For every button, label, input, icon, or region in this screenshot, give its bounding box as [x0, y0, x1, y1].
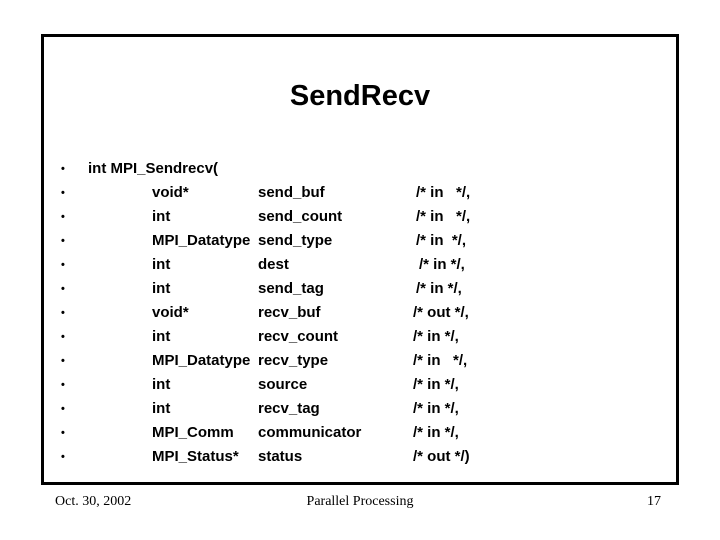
param-direction-comment: /* in */,	[416, 208, 471, 225]
bullet-icon: •	[61, 451, 65, 463]
param-direction-comment: /* in */,	[413, 424, 459, 441]
param-type: MPI_Comm	[152, 424, 234, 441]
list-item: • MPI_Datatype recv_type /* in */,	[41, 349, 679, 373]
list-item: • MPI_Comm communicator /* in */,	[41, 421, 679, 445]
bullet-icon: •	[61, 283, 65, 295]
param-direction-comment: /* in */,	[413, 328, 459, 345]
param-name: send_tag	[258, 280, 324, 297]
bullet-icon: •	[61, 403, 65, 415]
bullet-icon: •	[61, 379, 65, 391]
slide: SendRecv • int MPI_Sendrecv( • void* send_bu…	[0, 0, 720, 540]
param-direction-comment: /* in */,	[413, 400, 459, 417]
param-name: recv_count	[258, 328, 339, 345]
bullet-icon: •	[61, 307, 65, 319]
param-name: recv_buf	[258, 304, 321, 321]
bullet-icon: •	[61, 211, 65, 223]
param-direction-comment: /* out */)	[413, 448, 470, 465]
footer-subject: Parallel Processing	[306, 494, 414, 509]
param-name: status	[258, 448, 303, 465]
param-direction-comment: /* in */,	[416, 280, 462, 297]
bullet-icon: •	[61, 331, 65, 343]
function-signature-head: int MPI_Sendrecv(	[88, 160, 219, 177]
slide-footer: Oct. 30, 2002 Parallel Processing 17	[41, 494, 679, 514]
bullet-icon: •	[61, 235, 65, 247]
bullet-icon: •	[61, 187, 65, 199]
list-item: • int source /* in */,	[41, 373, 679, 397]
page-title: SendRecv	[289, 80, 431, 112]
param-direction-comment: /* in */,	[416, 184, 471, 201]
param-name: send_count	[258, 208, 343, 225]
param-type: void*	[152, 184, 189, 201]
param-direction-comment: /* in */,	[413, 352, 468, 369]
param-type: int	[152, 280, 171, 297]
param-type: MPI_Status*	[152, 448, 239, 465]
bullet-icon: •	[61, 355, 65, 367]
footer-page-number: 17	[647, 494, 661, 509]
param-name: send_type	[258, 232, 333, 249]
code-signature-list: • int MPI_Sendrecv( • void* send_buf /* in */…	[41, 157, 679, 469]
list-item: • void* recv_buf /* out */,	[41, 301, 679, 325]
param-type: int	[152, 328, 171, 345]
param-type: int	[152, 256, 171, 273]
list-item: • int dest /* in */,	[41, 253, 679, 277]
list-item: • int send_count /* in */,	[41, 205, 679, 229]
param-direction-comment: /* in */,	[419, 256, 465, 273]
bullet-icon: •	[61, 163, 65, 175]
param-type: MPI_Datatype	[152, 352, 251, 369]
list-item: • int send_tag /* in */,	[41, 277, 679, 301]
param-type: int	[152, 208, 171, 225]
list-item: • void* send_buf /* in */,	[41, 181, 679, 205]
param-type: void*	[152, 304, 189, 321]
list-item: • MPI_Datatype send_type /* in */,	[41, 229, 679, 253]
list-item: • int recv_count /* in */,	[41, 325, 679, 349]
param-name: communicator	[258, 424, 362, 441]
list-item: • MPI_Status* status /* out */)	[41, 445, 679, 469]
param-type: int	[152, 376, 171, 393]
bullet-icon: •	[61, 427, 65, 439]
param-direction-comment: /* out */,	[413, 304, 469, 321]
param-type: MPI_Datatype	[152, 232, 251, 249]
param-direction-comment: /* in */,	[416, 232, 467, 249]
bullet-icon: •	[61, 259, 65, 271]
param-name: source	[258, 376, 308, 393]
list-item: • int MPI_Sendrecv(	[41, 157, 679, 181]
param-name: dest	[258, 256, 289, 273]
param-name: recv_type	[258, 352, 329, 369]
param-name: recv_tag	[258, 400, 320, 417]
param-type: int	[152, 400, 171, 417]
list-item: • int recv_tag /* in */,	[41, 397, 679, 421]
param-direction-comment: /* in */,	[413, 376, 459, 393]
param-name: send_buf	[258, 184, 325, 201]
